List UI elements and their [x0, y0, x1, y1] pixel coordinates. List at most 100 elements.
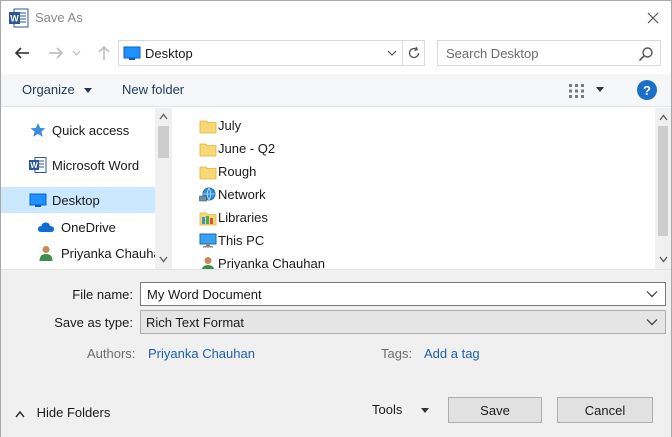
- organize-label: Organize: [22, 82, 75, 97]
- sidebar-item-user[interactable]: Priyanka Chauha: [1, 240, 161, 266]
- folder-icon: [199, 166, 217, 180]
- scrollbar-thumb[interactable]: [158, 126, 169, 158]
- file-name-label: File name:: [72, 287, 133, 302]
- hide-folders-button[interactable]: Hide Folders: [15, 405, 110, 420]
- list-item[interactable]: July: [197, 115, 637, 137]
- svg-text:W: W: [30, 161, 38, 170]
- desktop-icon: [29, 193, 47, 207]
- user-icon: [201, 257, 215, 269]
- save-as-dialog: W Save As Desktop Search Desktop Organiz…: [0, 0, 672, 437]
- forward-button[interactable]: [45, 41, 67, 65]
- arrow-left-icon: [14, 47, 29, 59]
- sidebar-item-label: Microsoft Word: [52, 158, 140, 173]
- list-item[interactable]: Rough: [197, 161, 637, 183]
- file-name: Rough: [218, 164, 257, 179]
- command-toolbar: Organize New folder ?: [1, 74, 671, 107]
- file-name: Network: [218, 187, 266, 202]
- caret-down-icon: [84, 88, 93, 94]
- computer-icon: [199, 233, 217, 248]
- sidebar-item-microsoft-word[interactable]: W Microsoft Word: [1, 152, 155, 178]
- close-button[interactable]: [641, 7, 665, 29]
- word-icon: W: [9, 8, 29, 28]
- address-bar[interactable]: Desktop: [118, 40, 425, 66]
- network-icon: [199, 187, 216, 202]
- sidebar-item-desktop[interactable]: Desktop: [1, 187, 155, 213]
- search-box[interactable]: [437, 40, 661, 66]
- save-options-panel: File name: Save as type: Rich Text Forma…: [1, 269, 671, 437]
- scroll-down-icon: [658, 256, 668, 263]
- list-item[interactable]: Priyanka Chauhan: [197, 253, 637, 269]
- list-item[interactable]: This PC: [197, 230, 637, 252]
- file-name: July: [218, 118, 242, 133]
- cloud-icon: [37, 222, 54, 232]
- window-title: Save As: [35, 10, 83, 25]
- caret-down-icon[interactable]: [420, 407, 430, 414]
- chevron-up-icon: [15, 410, 25, 418]
- folder-icon: [199, 120, 217, 134]
- arrow-up-icon: [98, 45, 110, 60]
- file-name: Libraries: [218, 210, 268, 225]
- refresh-button[interactable]: [403, 41, 424, 65]
- save-button[interactable]: Save: [448, 397, 542, 423]
- file-name: Priyanka Chauhan: [218, 256, 325, 269]
- star-icon: [30, 123, 46, 137]
- view-options-icon[interactable]: [567, 82, 587, 100]
- scrollbar-thumb[interactable]: [658, 126, 668, 236]
- chevron-down-icon[interactable]: [646, 289, 658, 299]
- file-name-field[interactable]: [140, 282, 666, 306]
- save-type-value: Rich Text Format: [146, 315, 245, 330]
- chevron-down-icon: [72, 50, 80, 56]
- word-icon: W: [29, 157, 47, 173]
- sidebar-item-label: Priyanka Chauha: [61, 246, 161, 261]
- sidebar-item-onedrive[interactable]: OneDrive: [1, 214, 155, 240]
- file-name: This PC: [218, 233, 265, 248]
- user-icon: [39, 246, 53, 261]
- refresh-icon: [408, 46, 419, 59]
- sidebar-item-label: Desktop: [52, 193, 100, 208]
- list-item[interactable]: Libraries: [197, 207, 637, 229]
- search-input[interactable]: [438, 41, 634, 65]
- save-type-label: Save as type:: [54, 315, 133, 330]
- back-button[interactable]: [11, 41, 33, 65]
- chevron-down-icon: [387, 50, 397, 56]
- authors-link[interactable]: Priyanka Chauhan: [148, 346, 255, 361]
- tags-label: Tags:: [381, 346, 413, 361]
- organize-button[interactable]: Organize: [22, 82, 93, 97]
- sidebar-item-quick-access[interactable]: Quick access: [1, 117, 155, 143]
- hide-folders-label: Hide Folders: [36, 405, 111, 420]
- file-name: June - Q2: [218, 141, 276, 156]
- sidebar-item-label: Quick access: [52, 123, 130, 138]
- folder-icon: [199, 143, 217, 157]
- view-dropdown-icon[interactable]: [595, 86, 605, 94]
- navigation-pane: Quick access W Microsoft Word Desktop On…: [1, 108, 172, 269]
- file-name-input[interactable]: [141, 283, 641, 305]
- add-tag-link[interactable]: Add a tag: [424, 346, 480, 361]
- close-icon: [647, 12, 659, 24]
- save-type-select[interactable]: Rich Text Format: [140, 310, 666, 334]
- address-dropdown-button[interactable]: [383, 41, 401, 65]
- file-list-scrollbar[interactable]: [655, 108, 671, 269]
- cancel-button[interactable]: Cancel: [557, 397, 653, 423]
- recent-locations-button[interactable]: [69, 41, 83, 65]
- file-list: July June - Q2 Rough Network Libraries T…: [172, 108, 655, 269]
- authors-label: Authors:: [87, 346, 136, 361]
- arrow-right-icon: [49, 47, 64, 59]
- scroll-up-icon: [159, 113, 168, 120]
- scroll-up-icon: [658, 114, 668, 121]
- list-item[interactable]: Network: [197, 184, 637, 206]
- sidebar-item-label: OneDrive: [61, 220, 116, 235]
- chevron-down-icon: [646, 319, 658, 326]
- list-item[interactable]: June - Q2: [197, 138, 637, 160]
- scroll-down-icon: [159, 256, 168, 263]
- new-folder-button[interactable]: New folder: [122, 82, 184, 97]
- libraries-icon: [199, 212, 217, 226]
- help-button[interactable]: ?: [637, 80, 657, 100]
- up-button[interactable]: [93, 41, 115, 65]
- search-icon: [638, 47, 653, 62]
- desktop-icon: [123, 46, 141, 60]
- tools-button[interactable]: Tools: [372, 402, 402, 417]
- svg-text:W: W: [10, 14, 19, 24]
- title-bar: W Save As: [1, 1, 671, 35]
- navigation-scrollbar[interactable]: [155, 108, 172, 269]
- address-path: Desktop: [145, 46, 193, 61]
